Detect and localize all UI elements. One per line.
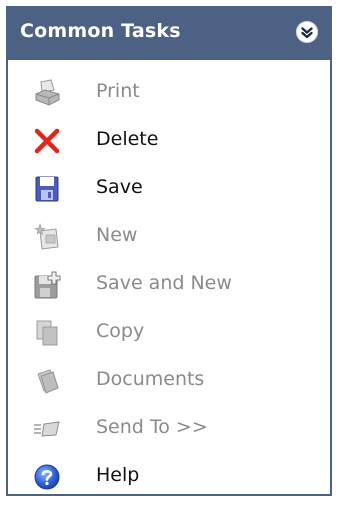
documents-icon (32, 366, 62, 396)
send-to-icon (32, 414, 62, 444)
task-label: Save (96, 176, 143, 198)
save-and-new-icon (32, 270, 62, 300)
collapse-button[interactable] (296, 21, 318, 43)
task-label: Documents (96, 368, 205, 390)
task-delete[interactable]: Delete (8, 116, 330, 164)
floppy-disk-icon (32, 174, 62, 204)
task-print[interactable]: Print (8, 68, 330, 116)
help-icon (32, 462, 62, 492)
task-documents[interactable]: Documents (8, 356, 330, 404)
copy-icon (32, 318, 62, 348)
task-save-and-new[interactable]: Save and New (8, 260, 330, 308)
task-help[interactable]: Help (8, 452, 330, 500)
printer-icon (32, 78, 62, 108)
task-label: New (96, 224, 138, 246)
double-chevron-up-icon (301, 27, 313, 39)
task-label: Send To >> (96, 416, 208, 438)
task-copy[interactable]: Copy (8, 308, 330, 356)
task-label: Copy (96, 320, 145, 342)
panel-header[interactable]: Common Tasks (6, 6, 332, 60)
task-send-to[interactable]: Send To >> (8, 404, 330, 452)
task-label: Delete (96, 128, 159, 150)
new-document-icon (32, 222, 62, 252)
red-x-icon (32, 126, 62, 156)
task-label: Help (96, 464, 140, 486)
task-label: Save and New (96, 272, 232, 294)
task-label: Print (96, 80, 140, 102)
task-save[interactable]: Save (8, 164, 330, 212)
task-list: Print Delete Save New Save and New Copy … (8, 68, 330, 500)
panel-title: Common Tasks (20, 20, 181, 42)
task-new[interactable]: New (8, 212, 330, 260)
common-tasks-panel: Common Tasks Print Delete Save New Save … (6, 6, 332, 496)
